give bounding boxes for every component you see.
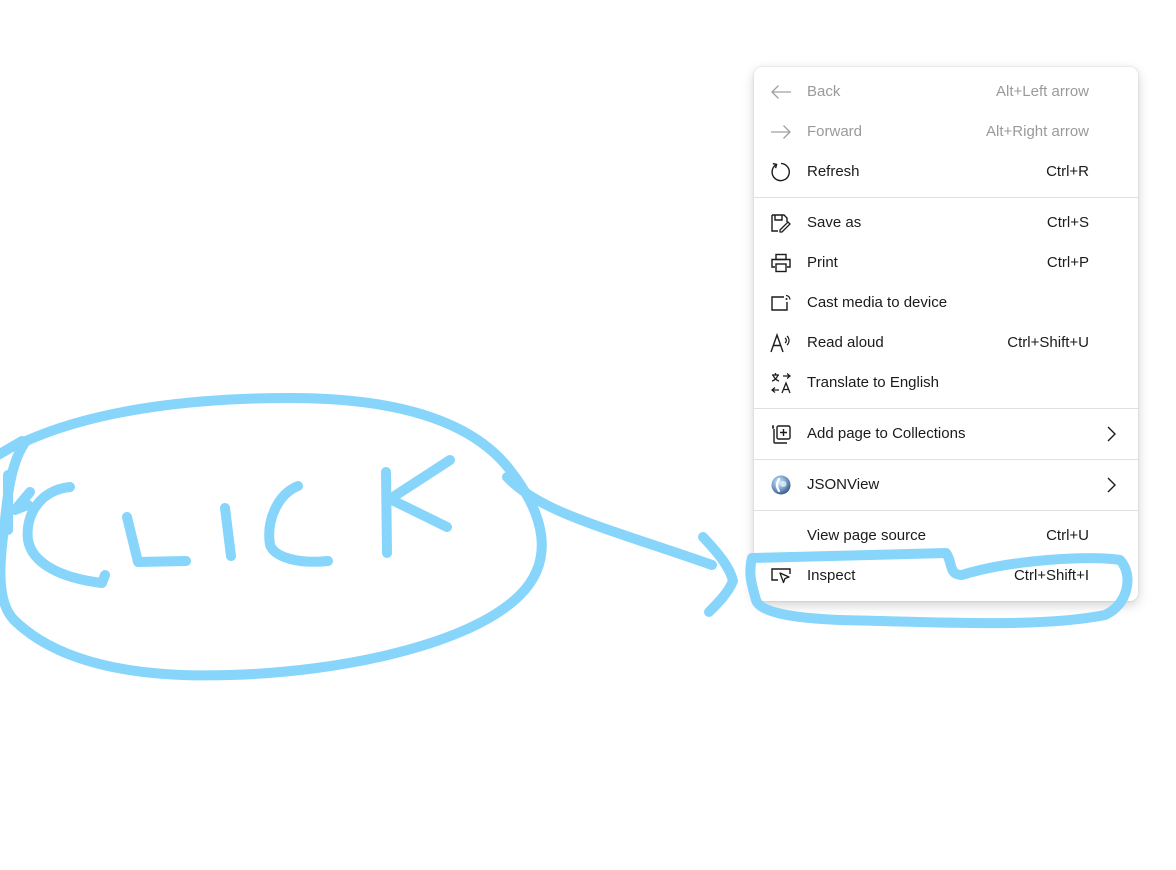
menu-item-jsonview[interactable]: JSONView — [754, 465, 1138, 505]
menu-item-label: Refresh — [807, 163, 860, 180]
menu-item-shortcut: Ctrl+Shift+I — [1013, 567, 1089, 584]
menu-item-view-page-source[interactable]: View page source Ctrl+U — [754, 516, 1138, 556]
menu-item-label: Add page to Collections — [807, 425, 966, 442]
menu-item-save-as[interactable]: Save as Ctrl+S — [754, 203, 1138, 243]
jsonview-extension-icon — [769, 474, 793, 496]
annotation-arrow-line — [502, 472, 717, 570]
chevron-right-icon — [1104, 425, 1118, 443]
menu-item-read-aloud[interactable]: Read aloud Ctrl+Shift+U — [754, 323, 1138, 363]
chevron-right-icon — [1104, 476, 1118, 494]
menu-item-cast[interactable]: Cast media to device — [754, 283, 1138, 323]
printer-icon — [769, 252, 793, 274]
menu-item-label: Save as — [807, 214, 862, 231]
menu-item-label: JSONView — [807, 476, 880, 493]
annotation-letter-k — [0, 436, 35, 535]
menu-item-label: Forward — [807, 123, 863, 140]
menu-item-shortcut: Ctrl+P — [1046, 254, 1089, 271]
annotation-letter-c2 — [264, 481, 333, 567]
menu-item-label: Back — [807, 83, 841, 100]
menu-separator — [754, 510, 1138, 511]
menu-item-shortcut: Alt+Left arrow — [996, 83, 1089, 100]
arrow-right-icon — [769, 121, 793, 143]
annotation-letter-c — [22, 482, 110, 588]
annotation-letter-l — [122, 512, 191, 567]
menu-item-shortcut: Alt+Right arrow — [986, 123, 1089, 140]
menu-item-shortcut: Ctrl+U — [1046, 527, 1089, 544]
menu-item-print[interactable]: Print Ctrl+P — [754, 243, 1138, 283]
annotation-ellipse — [0, 393, 547, 681]
read-aloud-icon — [769, 332, 793, 354]
menu-item-label: Translate to English — [807, 374, 940, 391]
menu-item-refresh[interactable]: Refresh Ctrl+R — [754, 152, 1138, 192]
menu-separator — [754, 197, 1138, 198]
arrow-left-icon — [769, 81, 793, 103]
translate-icon — [769, 372, 793, 394]
annotation-arrow-head — [698, 532, 738, 617]
refresh-icon — [769, 161, 793, 183]
menu-item-shortcut: Ctrl+R — [1046, 163, 1089, 180]
annotation-letter-k2 — [381, 455, 455, 558]
menu-item-inspect[interactable]: Inspect Ctrl+Shift+I — [754, 556, 1138, 596]
menu-separator — [754, 408, 1138, 409]
menu-item-label: Cast media to device — [807, 294, 948, 311]
cast-icon — [769, 292, 793, 314]
menu-item-label: Print — [807, 254, 838, 271]
menu-item-forward[interactable]: Forward Alt+Right arrow — [754, 112, 1138, 152]
menu-item-translate[interactable]: Translate to English — [754, 363, 1138, 403]
menu-item-label: View page source — [807, 527, 926, 544]
page-background: Back Alt+Left arrow Forward Alt+Right ar… — [0, 0, 1176, 870]
menu-item-label: Read aloud — [807, 334, 884, 351]
annotation-letter-i — [220, 503, 236, 561]
collections-add-icon — [769, 423, 793, 445]
menu-item-shortcut: Ctrl+S — [1046, 214, 1089, 231]
inspect-icon — [769, 565, 793, 587]
menu-item-add-to-collections[interactable]: Add page to Collections — [754, 414, 1138, 454]
menu-item-back[interactable]: Back Alt+Left arrow — [754, 72, 1138, 112]
menu-item-label: Inspect — [807, 567, 856, 584]
browser-context-menu: Back Alt+Left arrow Forward Alt+Right ar… — [754, 67, 1138, 601]
menu-separator — [754, 459, 1138, 460]
menu-item-shortcut: Ctrl+Shift+U — [1007, 334, 1089, 351]
save-icon — [769, 212, 793, 234]
